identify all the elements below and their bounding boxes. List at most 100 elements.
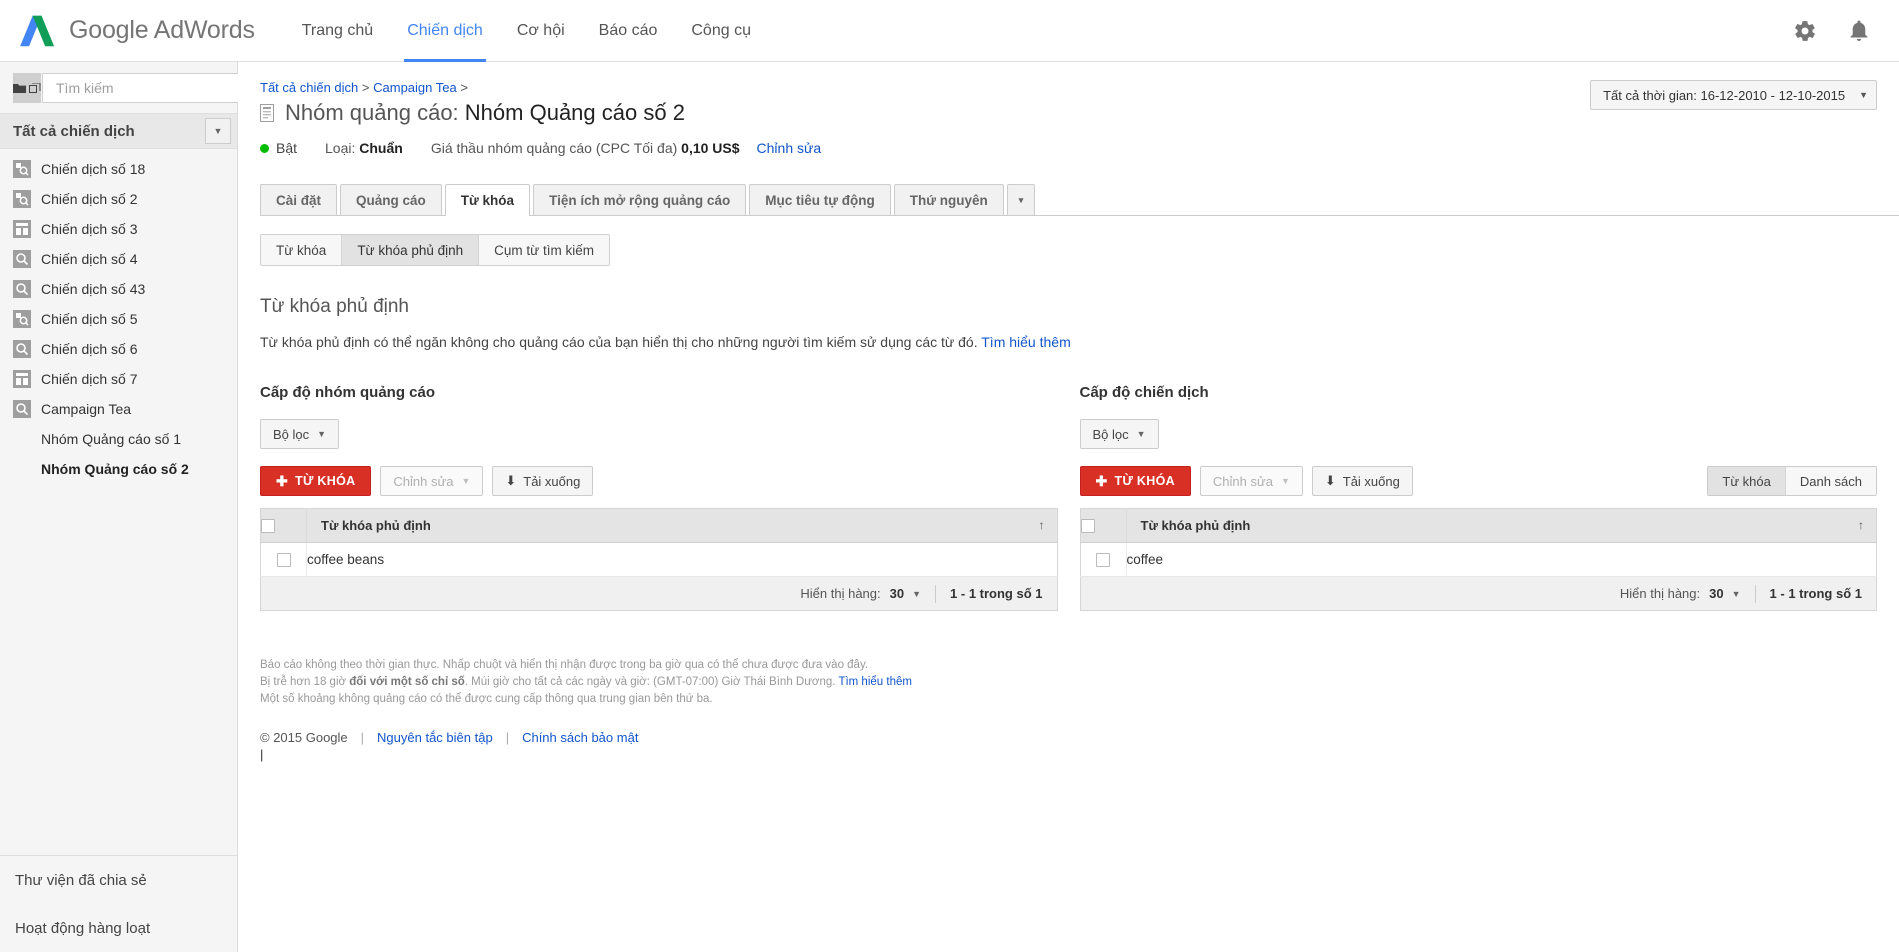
- sidebar-item-campaign-18[interactable]: Chiến dịch số 18: [0, 154, 237, 184]
- search-display-campaign-icon: [13, 160, 31, 178]
- nav-item-reports[interactable]: Báo cáo: [582, 0, 675, 62]
- row-select-cell: [260, 542, 307, 577]
- sidebar-item-campaign-4[interactable]: Chiến dịch số 4: [0, 244, 237, 274]
- status-label: Bật: [276, 140, 298, 156]
- campaign-label: Chiến dịch số 3: [41, 221, 138, 237]
- nav-item-opportunities[interactable]: Cơ hội: [500, 0, 582, 62]
- chevron-down-icon: ▼: [461, 476, 471, 486]
- row-checkbox[interactable]: [1096, 553, 1110, 568]
- keyword-column-header[interactable]: Từ khóa phủ định ↑: [1126, 508, 1877, 543]
- search-input[interactable]: [54, 79, 239, 97]
- sidebar-item-campaign-7[interactable]: Chiến dịch số 7: [0, 364, 237, 394]
- campaign-label: Chiến dịch số 2: [41, 191, 138, 207]
- tab-dimensions[interactable]: Thứ nguyên: [893, 184, 1004, 215]
- sidebar-item-campaign-2[interactable]: Chiến dịch số 2: [0, 184, 237, 214]
- adwords-logo[interactable]: Google AdWords: [20, 14, 255, 48]
- bell-icon[interactable]: [1847, 19, 1871, 43]
- learn-more-link[interactable]: Tìm hiểu thêm: [981, 334, 1070, 350]
- campaign-filter-button[interactable]: Bộ lọc ▼: [1079, 419, 1159, 449]
- campaign-edit-button[interactable]: Chỉnh sửa ▼: [1199, 466, 1303, 496]
- campaign-add-keyword-button[interactable]: ✚ TỪ KHÓA: [1079, 466, 1191, 496]
- adgroup-add-keyword-button[interactable]: ✚ TỪ KHÓA: [260, 466, 372, 496]
- edit-bid-link[interactable]: Chỉnh sửa: [757, 140, 822, 156]
- chevron-down-icon: ▼: [1280, 476, 1290, 486]
- footer-disclaimer: Báo cáo không theo thời gian thực. Nhấp …: [260, 657, 1899, 708]
- keyword-subtabs: Từ khóa Từ khóa phủ định Cụm từ tìm kiếm: [260, 234, 610, 266]
- adgroup-negative-keyword-table: Từ khóa phủ định ↑ coffee beans: [260, 508, 1058, 577]
- disclaimer-line-2: Bị trễ hơn 18 giờ đối với một số chỉ số.…: [260, 674, 1899, 691]
- toggle-keywords-view[interactable]: Từ khóa: [1708, 467, 1786, 495]
- subtab-negative-keywords[interactable]: Từ khóa phủ định: [342, 235, 480, 265]
- chevron-down-icon[interactable]: ▼: [912, 589, 921, 599]
- campaign-download-button[interactable]: ⬇ Tải xuống: [1311, 466, 1413, 496]
- disclaimer-learn-more-link[interactable]: Tìm hiểu thêm: [838, 676, 912, 688]
- tab-ad-extensions[interactable]: Tiện ích mở rộng quảng cáo: [533, 184, 747, 215]
- adwords-logo-icon: [20, 15, 55, 46]
- campaign-label: Chiến dịch số 5: [41, 311, 138, 327]
- sidebar-search-box[interactable]: [42, 73, 262, 103]
- table-row[interactable]: coffee beans: [260, 542, 1057, 577]
- keyword-cell: coffee: [1126, 542, 1877, 577]
- section-description: Từ khóa phủ định có thể ngăn không cho q…: [260, 334, 1899, 350]
- negative-keyword-panels: Cấp độ nhóm quảng cáo Bộ lọc ▼ ✚ TỪ KHÓA…: [260, 384, 1899, 611]
- chevron-down-icon[interactable]: ▼: [1732, 589, 1741, 599]
- tab-more-dropdown[interactable]: ▾: [1006, 184, 1036, 215]
- select-all-checkbox[interactable]: [261, 519, 275, 534]
- sidebar-item-adgroup-1[interactable]: Nhóm Quảng cáo số 1: [0, 424, 237, 454]
- adgroup-icon: [260, 103, 274, 122]
- subtab-keywords[interactable]: Từ khóa: [261, 235, 343, 265]
- download-label: Tải xuống: [1342, 473, 1400, 489]
- nav-item-home[interactable]: Trang chủ: [285, 0, 390, 62]
- sidebar-item-campaign-6[interactable]: Chiến dịch số 6: [0, 334, 237, 364]
- breadcrumb-campaign-tea[interactable]: Campaign Tea: [373, 80, 457, 95]
- sidebar-item-bulk-operations[interactable]: Hoạt động hàng loạt: [0, 904, 237, 952]
- campaign-level-panel: Cấp độ chiến dịch Bộ lọc ▼ ✚ TỪ KHÓA Chỉ…: [1079, 384, 1877, 611]
- tab-settings[interactable]: Cài đặt: [260, 184, 338, 215]
- adgroup-edit-button[interactable]: Chỉnh sửa ▼: [380, 466, 484, 496]
- table-row[interactable]: coffee: [1080, 542, 1877, 577]
- section-title: Từ khóa phủ định: [260, 296, 409, 317]
- subtab-search-terms[interactable]: Cụm từ tìm kiếm: [479, 235, 609, 265]
- privacy-policy-link[interactable]: Chính sách bảo mật: [522, 730, 638, 745]
- campaign-label: Campaign Tea: [41, 401, 132, 417]
- rows-per-page-value[interactable]: 30: [1709, 586, 1723, 601]
- sidebar-item-campaign-43[interactable]: Chiến dịch số 43: [0, 274, 237, 304]
- date-range-selector[interactable]: Tất cả thời gian: 16-12-2010 - 12-10-201…: [1590, 80, 1877, 110]
- sidebar-item-campaign-5[interactable]: Chiến dịch số 5: [0, 304, 237, 334]
- campaign-table-footer: Hiển thị hàng: 30 ▼ 1 - 1 trong số 1: [1079, 577, 1877, 611]
- select-all-checkbox[interactable]: [1080, 519, 1095, 534]
- tab-keywords[interactable]: Từ khóa: [444, 184, 531, 216]
- campaign-label: Chiến dịch số 18: [41, 161, 146, 177]
- breadcrumb-all-campaigns[interactable]: Tất cả chiến dịch: [260, 80, 358, 95]
- chevron-down-icon[interactable]: ▼: [205, 118, 231, 144]
- row-checkbox[interactable]: [276, 553, 291, 568]
- campaign-tree-toggle-button[interactable]: [13, 73, 41, 103]
- gear-icon[interactable]: [1793, 19, 1817, 43]
- sidebar-item-adgroup-2[interactable]: Nhóm Quảng cáo số 2: [0, 454, 237, 484]
- editorial-guidelines-link[interactable]: Nguyên tắc biên tập: [377, 730, 493, 745]
- adgroup-filter-button[interactable]: Bộ lọc ▼: [260, 419, 340, 449]
- toggle-lists-view[interactable]: Danh sách: [1785, 467, 1876, 495]
- sidebar-item-shared-library[interactable]: Thư viện đã chia sẻ: [0, 856, 237, 904]
- pagination-count: 1 - 1 trong số 1: [950, 586, 1043, 601]
- search-campaign-icon: [13, 400, 31, 418]
- adgroup-download-button[interactable]: ⬇ Tải xuống: [492, 466, 594, 496]
- status-dot-icon: [260, 143, 269, 153]
- disclaimer-line-2-b: . Múi giờ cho tất cả các ngày và giờ: (G…: [464, 676, 839, 688]
- sidebar-item-campaign-tea[interactable]: Campaign Tea: [0, 394, 237, 424]
- bid-value: 0,10 US$: [681, 140, 740, 156]
- top-right-actions: [1793, 19, 1877, 43]
- adgroup-level-panel: Cấp độ nhóm quảng cáo Bộ lọc ▼ ✚ TỪ KHÓA…: [260, 384, 1058, 611]
- keyword-column-header[interactable]: Từ khóa phủ định ↑: [306, 508, 1057, 543]
- tab-ads[interactable]: Quảng cáo: [340, 184, 442, 215]
- sidebar-all-campaigns[interactable]: Tất cả chiến dịch ▼: [0, 113, 237, 149]
- rows-per-page-value[interactable]: 30: [890, 586, 904, 601]
- sidebar-item-campaign-3[interactable]: Chiến dịch số 3: [0, 214, 237, 244]
- chevron-down-icon: ▼: [317, 429, 327, 439]
- display-campaign-icon: [13, 220, 31, 238]
- main-tabs: Cài đặt Quảng cáo Từ khóa Tiện ích mở rộ…: [260, 184, 1899, 216]
- page-title: Nhóm quảng cáo: Nhóm Quảng cáo số 2: [285, 100, 685, 126]
- nav-item-tools[interactable]: Công cụ: [674, 0, 768, 62]
- tab-auto-targets[interactable]: Mục tiêu tự động: [749, 184, 891, 215]
- nav-item-campaigns[interactable]: Chiến dịch: [390, 0, 500, 62]
